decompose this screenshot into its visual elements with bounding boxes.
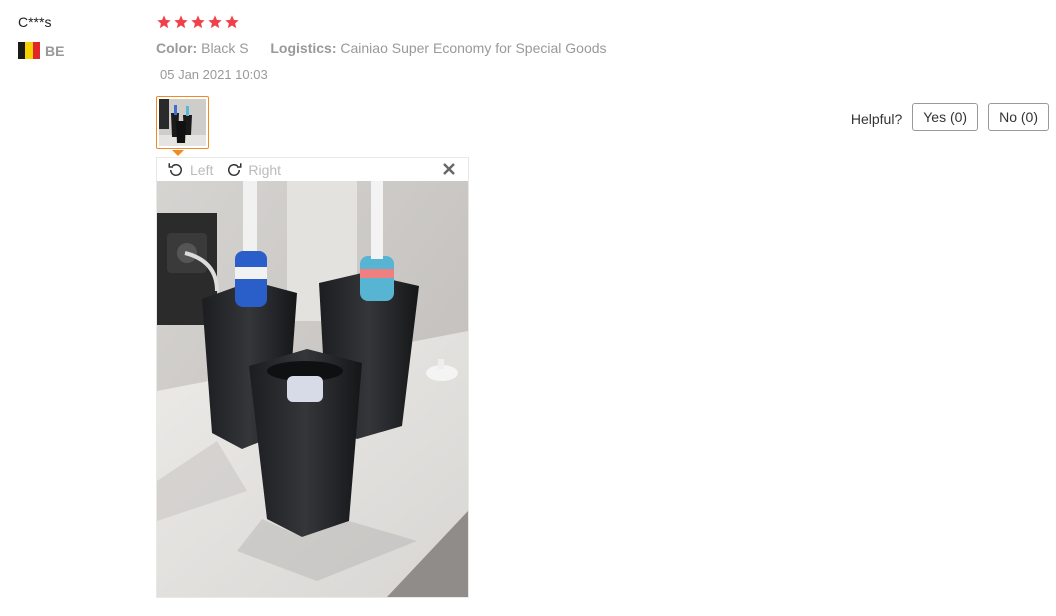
- rotate-left-icon: [168, 162, 182, 176]
- helpful-no-button[interactable]: No (0): [988, 103, 1049, 131]
- helpful-label: Helpful?: [850, 111, 903, 127]
- rotate-left-label: Left: [190, 161, 214, 178]
- photo-viewer-toolbar: Left Right: [157, 158, 468, 181]
- logistics-value: Cainiao Super Economy for Special Goods: [340, 40, 607, 56]
- review-photo-thumbnail[interactable]: [156, 96, 209, 149]
- reviewer-country: BE: [18, 42, 64, 59]
- star-icon: [157, 15, 171, 29]
- star-icon: [225, 15, 239, 29]
- star-icon: [208, 15, 222, 29]
- review-attributes: Color: Black S Logistics: Cainiao Super …: [156, 40, 607, 56]
- review-date: 05 Jan 2021 10:03: [160, 67, 268, 82]
- belgium-flag-icon: [18, 42, 40, 59]
- thumbnail-pointer: [172, 150, 184, 156]
- photo-viewer: Left Right: [156, 157, 469, 598]
- star-icon: [191, 15, 205, 29]
- rotate-left-button[interactable]: Left: [167, 161, 213, 179]
- rotate-right-label: Right: [248, 161, 282, 178]
- reviewer-name: C***s: [18, 14, 52, 30]
- helpful-yes-button[interactable]: Yes (0): [912, 103, 979, 131]
- helpful-section: Helpful? Yes (0) No (0): [851, 103, 1049, 131]
- star-rating: [156, 14, 240, 30]
- color-label: Color:: [156, 40, 198, 56]
- country-code: BE: [45, 42, 65, 59]
- rotate-right-icon: [228, 162, 242, 176]
- star-icon: [174, 15, 188, 29]
- review-photo: [157, 181, 468, 597]
- logistics-label: Logistics:: [270, 40, 337, 56]
- rotate-right-button[interactable]: Right: [225, 161, 281, 179]
- color-value: Black S: [201, 40, 249, 56]
- close-icon[interactable]: [442, 162, 456, 176]
- thumbnail-image: [159, 99, 206, 146]
